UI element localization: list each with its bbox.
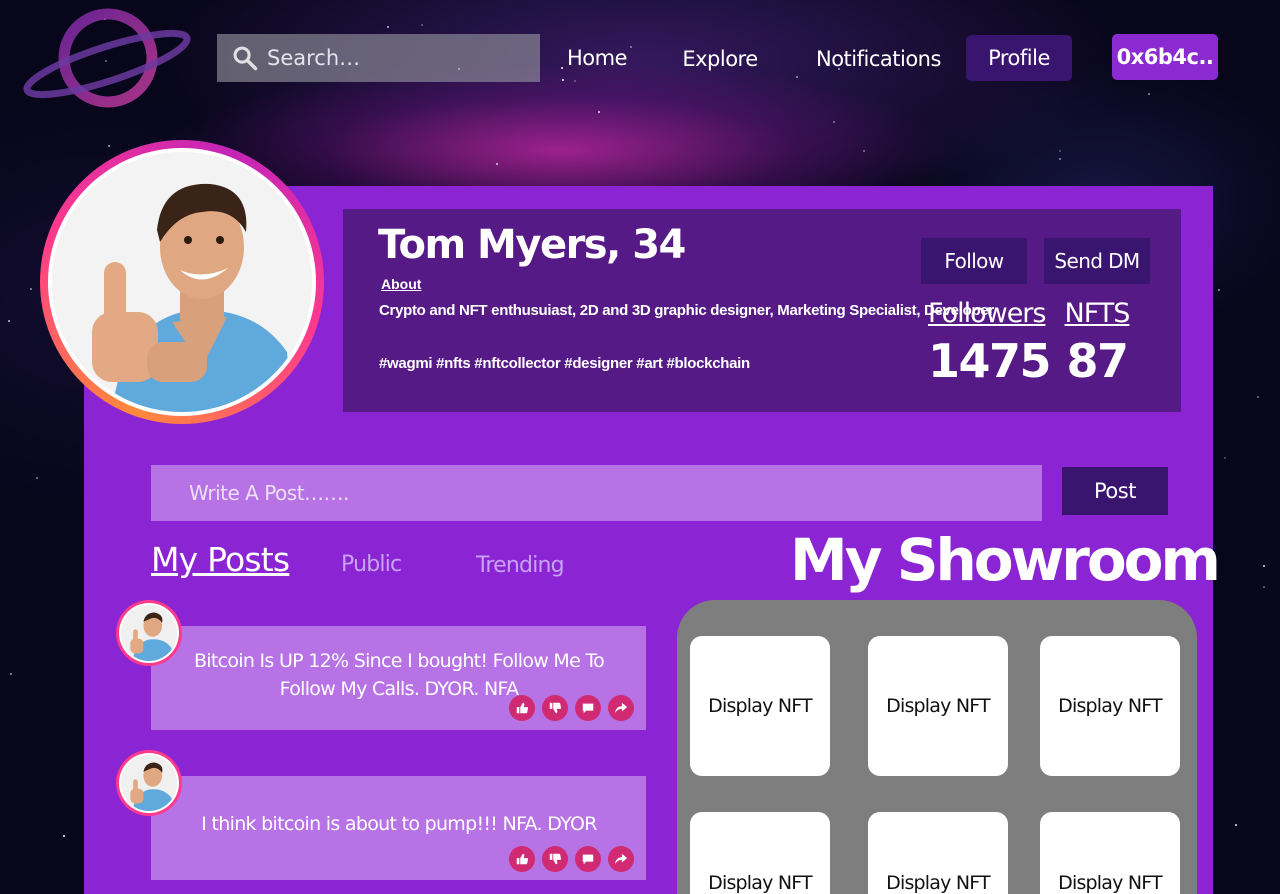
about-link[interactable]: About: [381, 276, 421, 292]
tab-trending[interactable]: Trending: [476, 553, 565, 578]
star: [36, 477, 38, 479]
profile-avatar[interactable]: [40, 140, 324, 424]
tab-my-posts[interactable]: My Posts: [151, 540, 290, 579]
followers-label[interactable]: Followers: [928, 298, 1046, 329]
nav-home[interactable]: Home: [560, 40, 634, 76]
star: [108, 145, 110, 147]
star: [1059, 158, 1061, 160]
profile-bio: Crypto and NFT enthusuiast, 2D and 3D gr…: [379, 302, 994, 319]
nft-card[interactable]: Display NFT: [868, 812, 1008, 894]
comment-icon[interactable]: [575, 846, 601, 872]
star: [1059, 150, 1061, 152]
post-text: I think bitcoin is about to pump!!! NFA.…: [201, 813, 597, 835]
nfts-label[interactable]: NFTS: [1060, 298, 1134, 329]
like-icon[interactable]: [509, 695, 535, 721]
avatar-frame: [48, 148, 316, 416]
star: [1257, 396, 1259, 398]
star: [1263, 586, 1265, 588]
nft-card[interactable]: Display NFT: [690, 636, 830, 776]
dislike-icon[interactable]: [542, 846, 568, 872]
star: [833, 121, 835, 123]
star: [1148, 93, 1150, 95]
post-button[interactable]: Post: [1062, 467, 1168, 515]
star: [8, 320, 10, 322]
person-image: [52, 152, 312, 412]
post-input[interactable]: [189, 481, 989, 505]
nft-card[interactable]: Display NFT: [1040, 812, 1180, 894]
star: [598, 111, 600, 113]
nav-profile-button[interactable]: Profile: [966, 35, 1072, 81]
nav-notifications[interactable]: Notifications: [816, 41, 941, 77]
post-card: I think bitcoin is about to pump!!! NFA.…: [151, 776, 646, 880]
search-input[interactable]: [267, 46, 527, 70]
star: [421, 24, 423, 26]
star: [30, 288, 32, 290]
star: [1224, 457, 1226, 459]
star: [63, 835, 65, 837]
nft-card[interactable]: Display NFT: [868, 636, 1008, 776]
nft-card[interactable]: Display NFT: [690, 812, 830, 894]
followers-count: 1475: [928, 334, 1052, 388]
profile-hashtags: #wagmi #nfts #nftcollector #designer #ar…: [379, 355, 750, 372]
share-icon[interactable]: [608, 846, 634, 872]
star: [1263, 565, 1265, 567]
post-composer[interactable]: [151, 465, 1042, 521]
search-bar[interactable]: [217, 34, 540, 82]
showroom-title: My Showroom: [790, 526, 1221, 594]
profile-name: Tom Myers, 34: [378, 222, 686, 268]
star: [387, 26, 389, 28]
send-dm-button[interactable]: Send DM: [1044, 238, 1150, 284]
star: [562, 79, 564, 81]
nft-card[interactable]: Display NFT: [1040, 636, 1180, 776]
search-icon: [233, 46, 258, 71]
follow-button[interactable]: Follow: [921, 238, 1027, 284]
avatar-photo: [52, 152, 312, 412]
post-author-avatar[interactable]: [116, 750, 182, 816]
tab-public[interactable]: Public: [341, 552, 402, 577]
star: [863, 150, 865, 152]
like-icon[interactable]: [509, 846, 535, 872]
star: [1218, 289, 1220, 291]
share-icon[interactable]: [608, 695, 634, 721]
nfts-count: 87: [1066, 334, 1129, 388]
star: [496, 163, 498, 165]
nav-explore[interactable]: Explore: [680, 41, 760, 77]
post-actions: [509, 846, 634, 872]
comment-icon[interactable]: [575, 695, 601, 721]
wallet-address-button[interactable]: 0x6b4c..: [1112, 34, 1218, 80]
logo-planet-icon[interactable]: [22, 8, 192, 112]
post-author-avatar[interactable]: [116, 600, 182, 666]
dislike-icon[interactable]: [542, 695, 568, 721]
star: [796, 76, 798, 78]
post-actions: [509, 695, 634, 721]
star: [1235, 824, 1237, 826]
star: [10, 673, 12, 675]
star: [574, 80, 576, 82]
post-card: Bitcoin Is UP 12% Since I bought! Follow…: [151, 626, 646, 730]
